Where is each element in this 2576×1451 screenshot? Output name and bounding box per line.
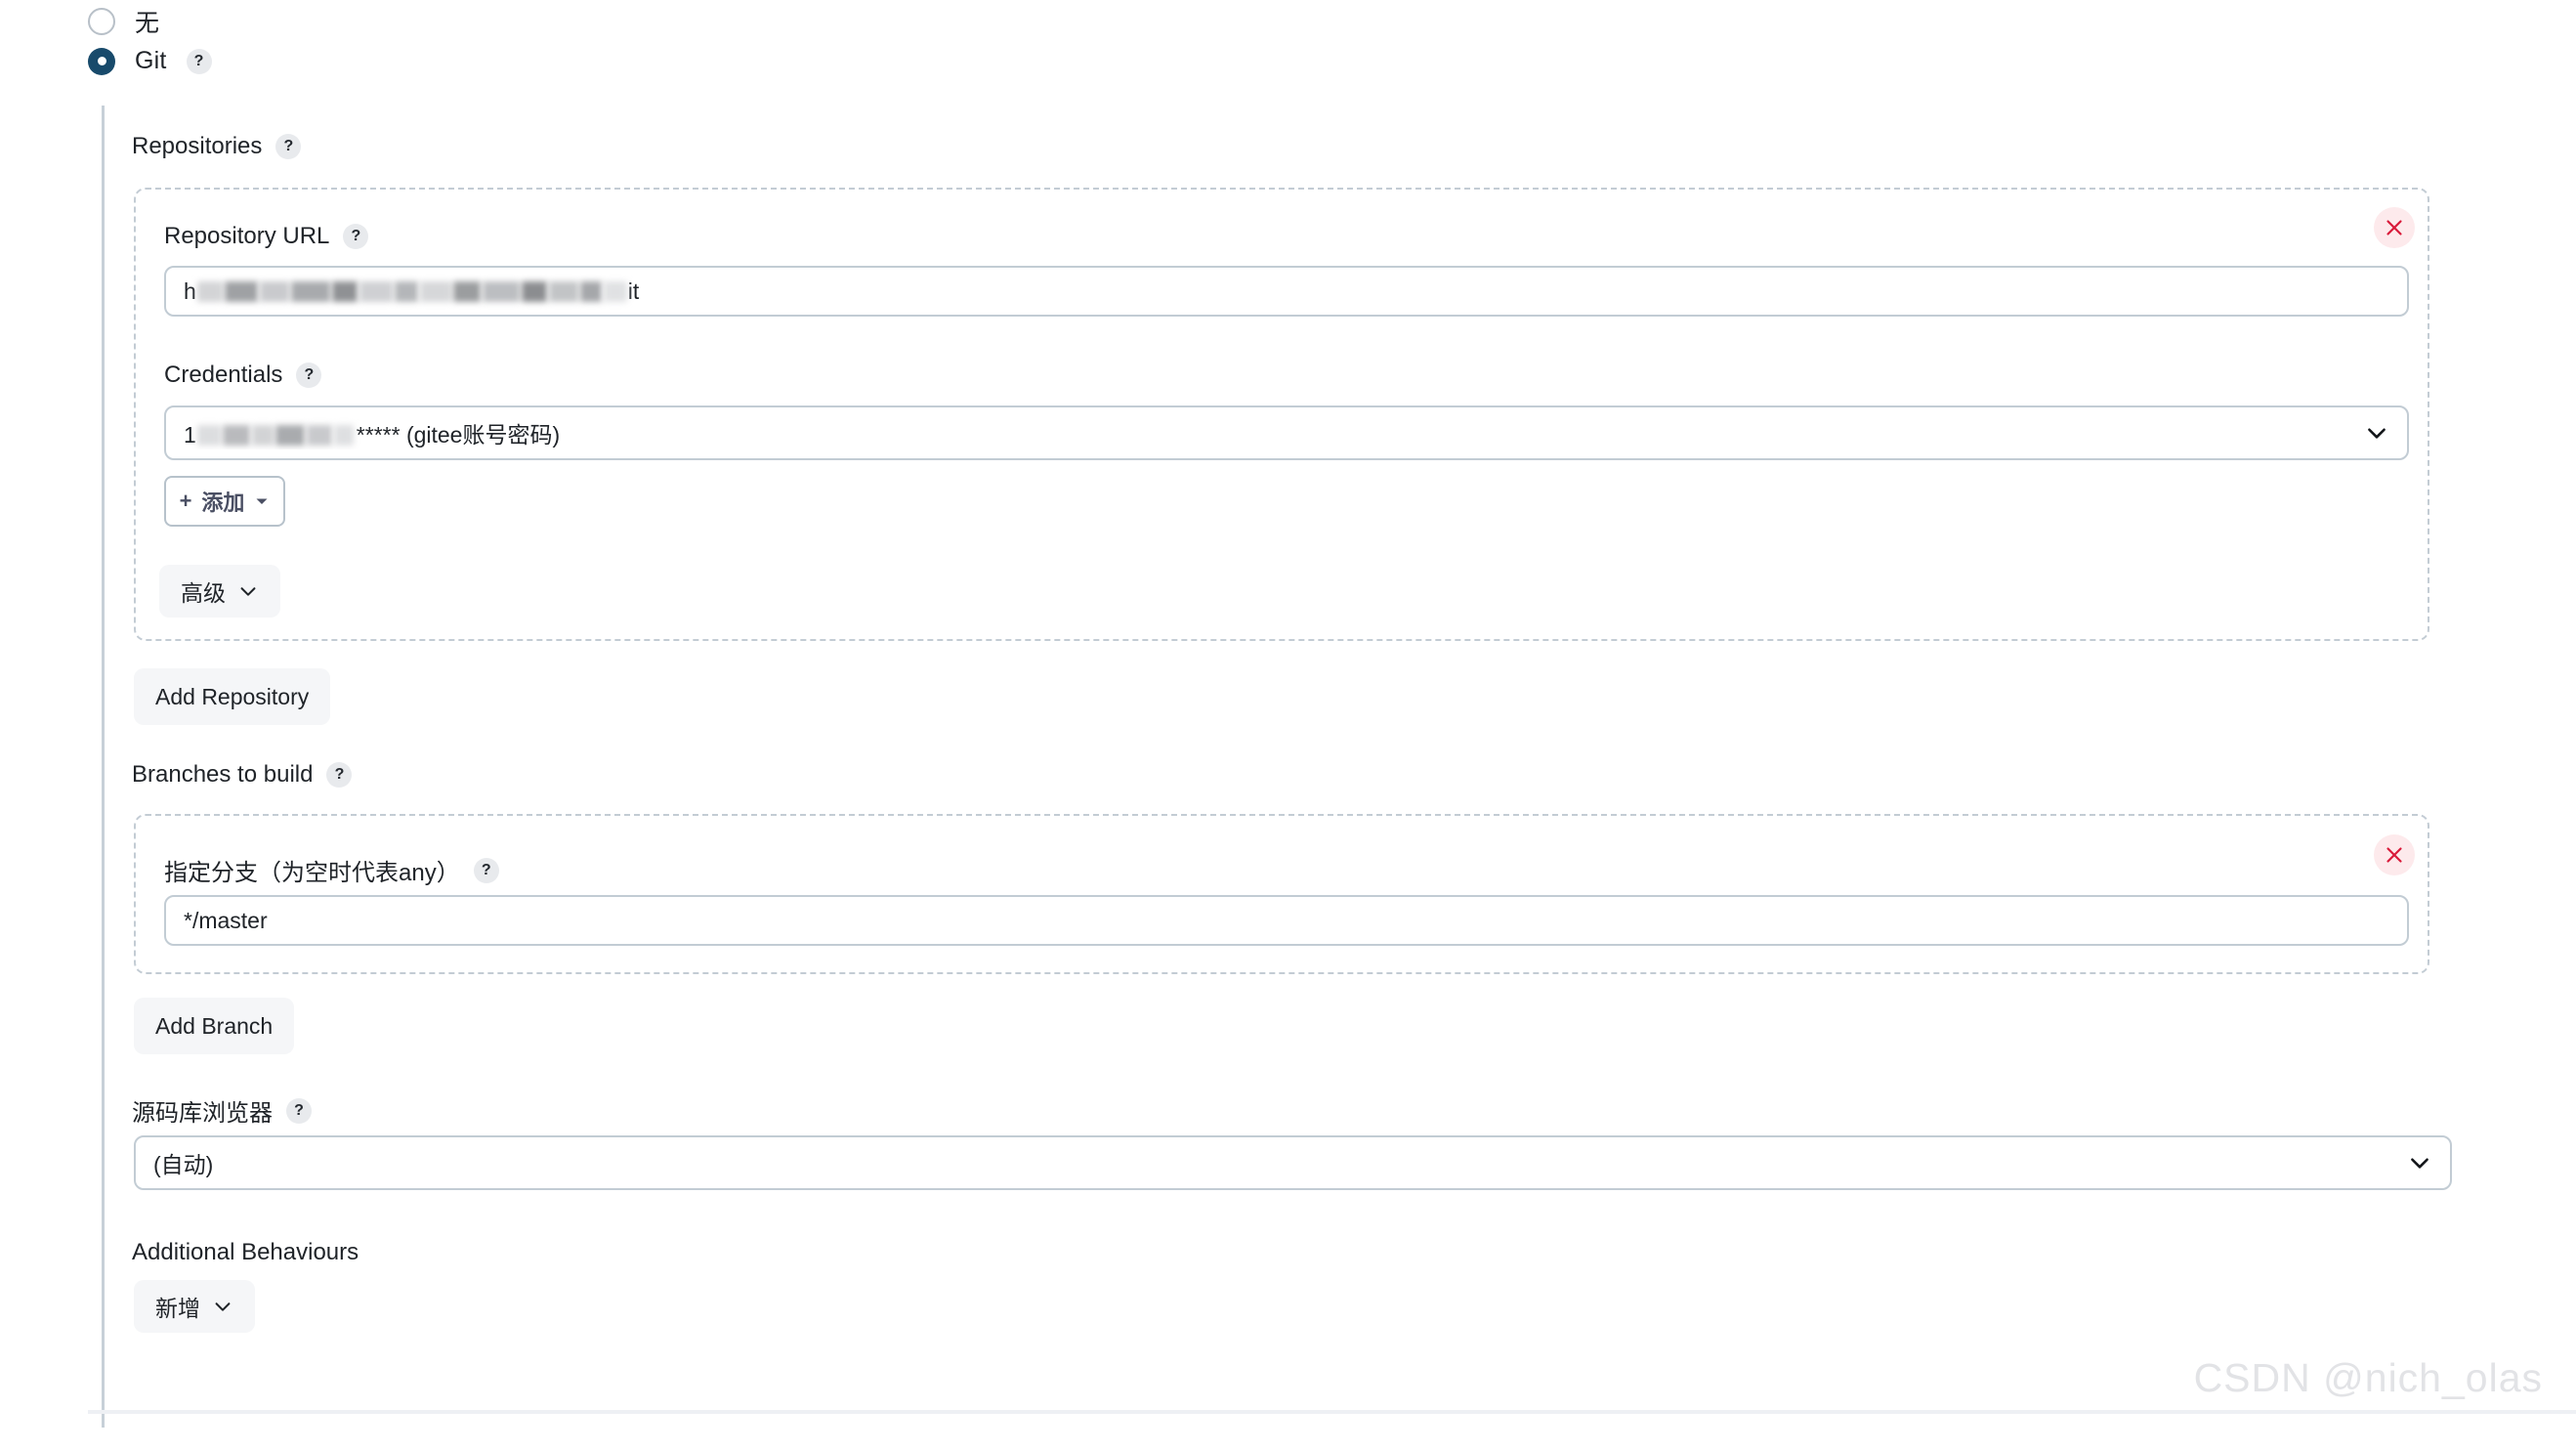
- additional-behaviours-label: Additional Behaviours: [132, 1239, 359, 1265]
- redaction-bar: [419, 280, 451, 302]
- repository-browser-select[interactable]: (自动): [134, 1135, 2452, 1190]
- redaction-bar: [251, 425, 274, 446]
- advanced-label: 高级: [181, 580, 226, 606]
- help-icon-repositories[interactable]: ?: [275, 134, 302, 159]
- repository-browser-value: (自动): [153, 1152, 214, 1177]
- help-icon-repository-browser[interactable]: ?: [286, 1097, 312, 1124]
- redaction-bar: [333, 425, 354, 446]
- credentials-select[interactable]: 1 ***** (gitee账号密码): [164, 405, 2409, 460]
- repository-url-input[interactable]: h it: [164, 266, 2409, 317]
- branches-label-row: Branches to build ?: [132, 761, 353, 789]
- branch-specifier-input[interactable]: */master: [164, 895, 2409, 946]
- radio-none[interactable]: [88, 8, 115, 35]
- help-icon-git[interactable]: ?: [186, 48, 212, 74]
- redaction-bar: [359, 280, 393, 302]
- repository-url-label-row: Repository URL ?: [164, 223, 369, 250]
- redaction-bar: [196, 425, 221, 446]
- section-guide-line: [102, 106, 105, 1428]
- credentials-value-prefix: 1: [184, 422, 196, 448]
- credentials-label-row: Credentials ?: [164, 362, 322, 389]
- credentials-value-suffix: ***** (gitee账号密码): [356, 422, 561, 448]
- add-branch-button[interactable]: Add Branch: [134, 998, 295, 1054]
- branch-specifier-label: 指定分支（为空时代表any）: [164, 860, 460, 886]
- remove-repository-button[interactable]: [2374, 207, 2415, 248]
- scm-configuration-panel: 无 Git ? Repositories ? Repository URL ? …: [0, 0, 2576, 1451]
- redaction-bar: [222, 425, 250, 446]
- redaction-bar: [290, 280, 330, 302]
- close-icon: [2386, 220, 2402, 235]
- repository-url-value-suffix: it: [627, 277, 640, 304]
- repositories-label-row: Repositories ?: [132, 133, 302, 160]
- branches-label: Branches to build: [132, 761, 314, 788]
- repository-url-value-prefix: h: [184, 277, 196, 304]
- redaction-bar: [331, 280, 358, 302]
- chevron-down-icon: [2368, 428, 2386, 439]
- chevron-down-icon: [2411, 1158, 2428, 1169]
- additional-behaviours-label-row: Additional Behaviours: [132, 1239, 359, 1266]
- branch-specifier-label-row: 指定分支（为空时代表any） ?: [164, 853, 499, 887]
- scm-option-git-label: Git: [135, 47, 167, 74]
- radio-git[interactable]: [88, 47, 115, 75]
- add-credentials-button[interactable]: + 添加: [164, 476, 285, 527]
- redaction-bar: [603, 280, 627, 302]
- add-behaviour-button[interactable]: 新增: [134, 1280, 255, 1333]
- repository-browser-label: 源码库浏览器: [132, 1100, 273, 1127]
- redaction-bar: [521, 280, 547, 302]
- credentials-value: 1 ***** (gitee账号密码): [184, 416, 2352, 449]
- chevron-down-icon: [240, 587, 256, 596]
- scm-option-git[interactable]: Git ?: [88, 47, 212, 75]
- advanced-button[interactable]: 高级: [159, 565, 280, 618]
- scm-option-none[interactable]: 无: [88, 4, 159, 39]
- watermark: CSDN @nich_olas: [2193, 1355, 2543, 1400]
- add-branch-label: Add Branch: [155, 1012, 274, 1039]
- branch-specifier-value: */master: [184, 907, 268, 933]
- redaction-bar: [306, 425, 332, 446]
- footer-divider: [88, 1410, 2576, 1414]
- scm-option-none-label: 无: [135, 10, 160, 37]
- credentials-label: Credentials: [164, 362, 283, 388]
- redaction-bar: [548, 280, 578, 302]
- repository-browser-label-row: 源码库浏览器 ?: [132, 1093, 312, 1128]
- add-credentials-plus: +: [179, 489, 192, 513]
- chevron-down-icon: [215, 1302, 231, 1311]
- repositories-label: Repositories: [132, 133, 263, 159]
- redaction-bar: [482, 280, 520, 302]
- repository-url-value: h it: [184, 278, 639, 305]
- help-icon-repository-url[interactable]: ?: [343, 224, 369, 249]
- help-icon-credentials[interactable]: ?: [296, 363, 322, 388]
- redaction-bar: [196, 280, 223, 302]
- redaction-bar: [452, 280, 481, 302]
- add-credentials-label: 添加: [201, 491, 245, 515]
- remove-branch-button[interactable]: [2374, 834, 2415, 875]
- redaction-bar: [579, 280, 602, 302]
- add-behaviour-label: 新增: [155, 1296, 200, 1321]
- add-repository-label: Add Repository: [155, 683, 310, 709]
- caret-down-icon: [256, 498, 268, 504]
- redaction-bar: [224, 280, 258, 302]
- help-icon-branch-specifier[interactable]: ?: [473, 857, 499, 883]
- redaction-bar: [274, 425, 305, 446]
- close-icon: [2386, 847, 2402, 863]
- redaction-bar: [259, 280, 289, 302]
- add-repository-button[interactable]: Add Repository: [134, 668, 331, 725]
- repository-url-label: Repository URL: [164, 223, 330, 249]
- branch-group: [134, 814, 2429, 974]
- redaction-bar: [394, 280, 418, 302]
- help-icon-branches[interactable]: ?: [326, 762, 353, 788]
